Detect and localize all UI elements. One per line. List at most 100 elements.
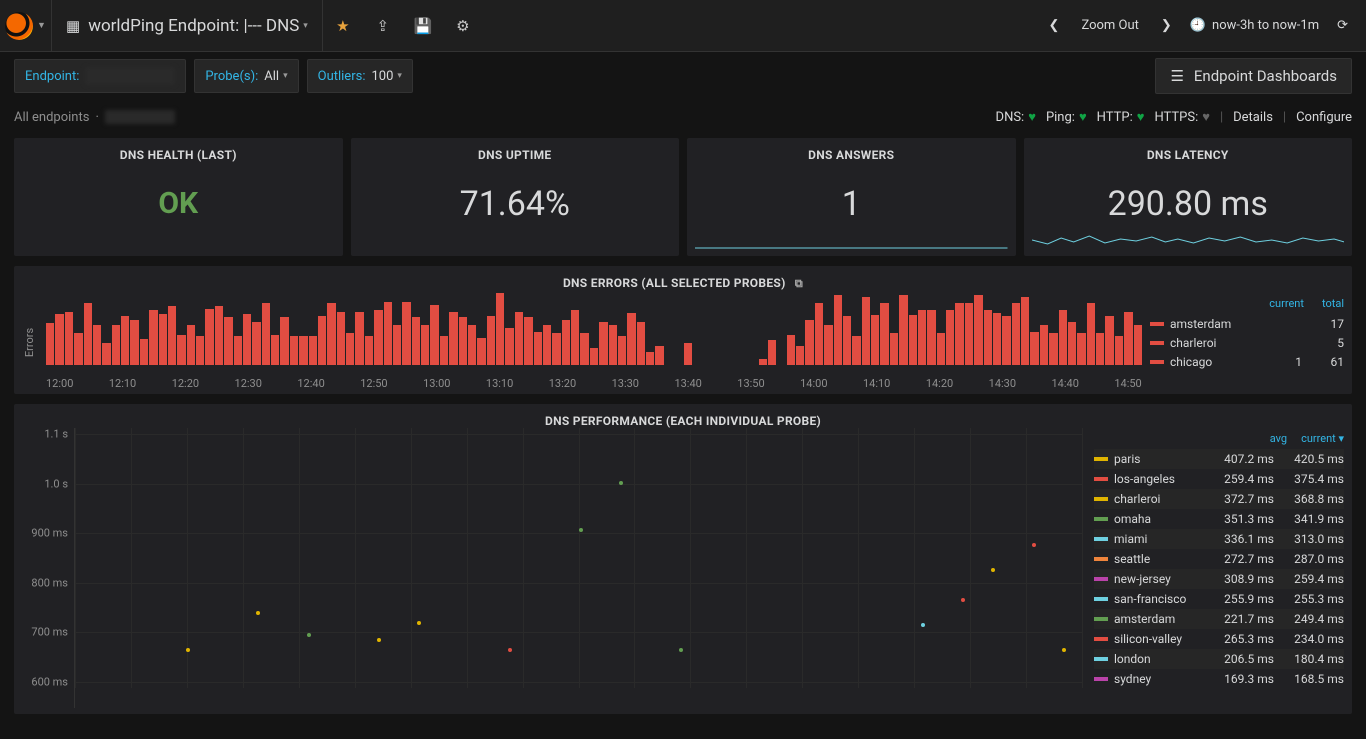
heart-icon: ♥: [1137, 109, 1145, 125]
perf-point: [377, 638, 381, 642]
legend-row[interactable]: los-angeles259.4 ms375.4 ms: [1094, 469, 1344, 489]
errors-bars: [46, 293, 1142, 365]
clock-icon: 🕘: [1190, 18, 1206, 33]
legend-swatch: [1150, 360, 1164, 364]
legend-col-total[interactable]: total: [1322, 297, 1344, 310]
external-link-icon[interactable]: ⧉: [795, 277, 803, 290]
gridline: [690, 428, 691, 688]
gridline: [299, 428, 300, 688]
error-bar: [346, 333, 354, 365]
error-bar: [159, 314, 167, 365]
legend-row[interactable]: paris407.2 ms420.5 ms: [1094, 449, 1344, 469]
legend-row[interactable]: omaha351.3 ms341.9 ms: [1094, 509, 1344, 529]
dns-status[interactable]: DNS:♥: [996, 109, 1036, 125]
legend-current: 1: [1266, 355, 1302, 369]
dns-errors-panel[interactable]: DNS ERRORS (ALL SELECTED PROBES) ⧉ Error…: [14, 266, 1352, 394]
var-outliers-value: 100: [371, 69, 393, 84]
dns-uptime-value: 71.64%: [351, 184, 680, 224]
var-endpoint-label: Endpoint:: [25, 69, 79, 84]
gridline: [131, 428, 132, 688]
zoom-prev-button[interactable]: ❮: [1043, 10, 1066, 42]
star-icon[interactable]: ★: [323, 0, 363, 52]
legend-row[interactable]: amsterdam17: [1150, 314, 1344, 333]
details-link[interactable]: Details: [1233, 110, 1273, 125]
panel-title: DNS UPTIME: [351, 148, 680, 162]
legend-name: seattle: [1114, 552, 1204, 566]
legend-col-avg[interactable]: avg: [1270, 432, 1287, 445]
dns-health-panel[interactable]: DNS HEALTH (LAST) OK: [14, 138, 343, 256]
zoom-out-button[interactable]: Zoom Out: [1071, 10, 1148, 42]
error-bar: [552, 333, 560, 365]
legend-row[interactable]: new-jersey308.9 ms259.4 ms: [1094, 569, 1344, 589]
error-bar: [252, 322, 260, 365]
ping-status[interactable]: Ping:♥: [1046, 109, 1087, 125]
gridline: [1026, 428, 1027, 688]
legend-row[interactable]: sydney169.3 ms168.5 ms: [1094, 669, 1344, 689]
perf-point: [1062, 648, 1066, 652]
error-bar: [440, 336, 448, 365]
legend-row[interactable]: london206.5 ms180.4 ms: [1094, 649, 1344, 669]
error-bar: [1087, 303, 1095, 365]
all-endpoints-link[interactable]: All endpoints: [14, 110, 89, 125]
errors-yaxis: Errors: [14, 293, 46, 391]
legend-avg: 265.3 ms: [1210, 632, 1274, 646]
legend-swatch: [1150, 341, 1164, 345]
legend-row[interactable]: miami336.1 ms313.0 ms: [1094, 529, 1344, 549]
error-bar: [327, 303, 335, 365]
panel-title: DNS ERRORS (ALL SELECTED PROBES) ⧉: [14, 276, 1352, 293]
refresh-button[interactable]: ⟳: [1331, 10, 1354, 42]
legend-col-current[interactable]: current ▾: [1301, 432, 1344, 445]
perf-legend-header: avg current ▾: [1094, 432, 1344, 445]
legend-current: 180.4 ms: [1280, 652, 1344, 666]
legend-swatch: [1094, 577, 1108, 581]
legend-row[interactable]: chicago161: [1150, 352, 1344, 371]
http-status[interactable]: HTTP:♥: [1097, 109, 1145, 125]
dashboard-picker[interactable]: ▦ worldPing Endpoint: |--- DNS ▾: [52, 0, 323, 52]
endpoint-dashboards-button[interactable]: ☰ Endpoint Dashboards: [1155, 58, 1352, 94]
xaxis-tick: 13:10: [486, 377, 513, 391]
legend-row[interactable]: san-francisco255.9 ms255.3 ms: [1094, 589, 1344, 609]
legend-swatch: [1150, 322, 1164, 326]
legend-name: omaha: [1114, 512, 1204, 526]
save-icon[interactable]: 💾: [403, 0, 443, 52]
dns-performance-panel[interactable]: DNS PERFORMANCE (EACH INDIVIDUAL PROBE) …: [14, 404, 1352, 714]
gridline: [914, 428, 915, 688]
grafana-logo-menu[interactable]: ▼: [0, 0, 52, 52]
legend-col-current[interactable]: current: [1269, 297, 1304, 310]
error-bar: [1105, 316, 1113, 365]
protocol-status-group: DNS:♥ Ping:♥ HTTP:♥ HTTPS:♥ | Details | …: [996, 109, 1352, 125]
panel-title: DNS LATENCY: [1024, 148, 1353, 162]
zoom-next-button[interactable]: ❯: [1155, 10, 1178, 42]
errors-chart-area[interactable]: 12:0012:1012:2012:3012:4012:5013:0013:10…: [46, 293, 1142, 391]
legend-row[interactable]: charleroi5: [1150, 333, 1344, 352]
legend-row[interactable]: seattle272.7 ms287.0 ms: [1094, 549, 1344, 569]
perf-body: 1.1 s1.0 s900 ms800 ms700 ms600 ms avg c…: [14, 428, 1352, 708]
legend-avg: 272.7 ms: [1210, 552, 1274, 566]
error-bar: [477, 338, 485, 365]
legend-row[interactable]: charleroi372.7 ms368.8 ms: [1094, 489, 1344, 509]
error-bar: [46, 323, 54, 365]
dns-answers-panel[interactable]: DNS ANSWERS 1: [687, 138, 1016, 256]
dns-uptime-panel[interactable]: DNS UPTIME 71.64%: [351, 138, 680, 256]
legend-swatch: [1094, 537, 1108, 541]
legend-row[interactable]: silicon-valley265.3 ms234.0 ms: [1094, 629, 1344, 649]
var-endpoint[interactable]: Endpoint:: [14, 59, 186, 93]
time-range-picker[interactable]: 🕘 now-3h to now-1m: [1184, 10, 1325, 42]
gridline: [355, 428, 356, 688]
var-probes-label: Probe(s):: [205, 69, 258, 84]
var-outliers[interactable]: Outliers: 100 ▾: [307, 59, 413, 93]
perf-chart-area[interactable]: [74, 428, 1082, 708]
breadcrumb-separator: ·: [95, 110, 98, 125]
error-bar: [1115, 336, 1123, 365]
legend-row[interactable]: amsterdam221.7 ms249.4 ms: [1094, 609, 1344, 629]
xaxis-tick: 13:00: [423, 377, 450, 391]
dns-latency-value: 290.80 ms: [1024, 184, 1353, 224]
gridline: [858, 428, 859, 688]
configure-link[interactable]: Configure: [1296, 110, 1352, 125]
answers-sparkline: [695, 226, 1008, 250]
dns-latency-panel[interactable]: DNS LATENCY 290.80 ms: [1024, 138, 1353, 256]
https-status[interactable]: HTTPS:♥: [1154, 109, 1210, 125]
share-icon[interactable]: ⇪: [363, 0, 403, 52]
var-probes[interactable]: Probe(s): All ▾: [194, 59, 298, 93]
settings-gear-icon[interactable]: ⚙: [443, 0, 483, 52]
